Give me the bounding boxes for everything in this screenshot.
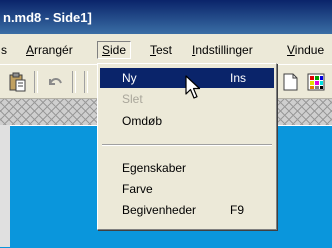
window-title: n.md8 - Side1]	[3, 10, 92, 25]
menu-option-label: Farve	[122, 182, 153, 196]
toolbar-separator	[72, 71, 76, 93]
undo-icon[interactable]	[44, 71, 66, 93]
menu-option-label: Egenskaber	[122, 161, 187, 175]
menu-side-accel: S	[102, 43, 111, 57]
menu-bar: s Arrangér Side Test Indstillinger Vindu…	[0, 34, 332, 64]
menu-option-omdob[interactable]: Omdøb	[100, 111, 274, 131]
menu-indstillinger[interactable]: Indstillinger	[188, 42, 257, 58]
menu-option-egenskaber[interactable]: Egenskaber	[100, 158, 274, 178]
mouse-pointer-icon	[185, 75, 201, 99]
menu-arranger-label: rrangér	[34, 43, 73, 57]
menu-option-farve[interactable]: Farve	[100, 179, 274, 199]
color-grid-icon[interactable]	[305, 71, 327, 93]
menu-vindue-label: indue	[294, 43, 325, 57]
menu-option-shortcut: F9	[230, 203, 245, 217]
menu-separator	[102, 144, 272, 146]
menu-vindue-accel: V	[287, 43, 295, 57]
menu-option-label: Ny	[122, 71, 137, 85]
menu-vindue[interactable]: Vindue	[283, 42, 328, 58]
menu-item-partial[interactable]: s	[0, 42, 11, 58]
menu-option-label: Slet	[122, 92, 143, 106]
new-page-icon[interactable]	[279, 71, 301, 93]
menu-option-begivenheder[interactable]: Begivenheder F9	[100, 200, 274, 220]
canvas-border	[0, 125, 10, 247]
menu-test-label: est	[156, 43, 173, 57]
menu-side-label: ide	[110, 43, 127, 57]
menu-option-label: Begivenheder	[122, 203, 197, 217]
paste-icon[interactable]	[6, 71, 28, 93]
menu-option-shortcut: Ins	[230, 71, 247, 85]
menu-side[interactable]: Side	[97, 41, 132, 59]
menu-arranger-accel: A	[26, 43, 35, 57]
toolbar-separator	[34, 71, 38, 93]
menu-arranger[interactable]: Arrangér	[22, 42, 77, 58]
toolbar-separator	[84, 71, 88, 93]
menu-indstillinger-label: ndstillinger	[195, 43, 253, 57]
menu-test[interactable]: Test	[146, 42, 176, 58]
menu-option-label: Omdøb	[122, 114, 163, 128]
window-title-bar: n.md8 - Side1]	[0, 0, 332, 34]
